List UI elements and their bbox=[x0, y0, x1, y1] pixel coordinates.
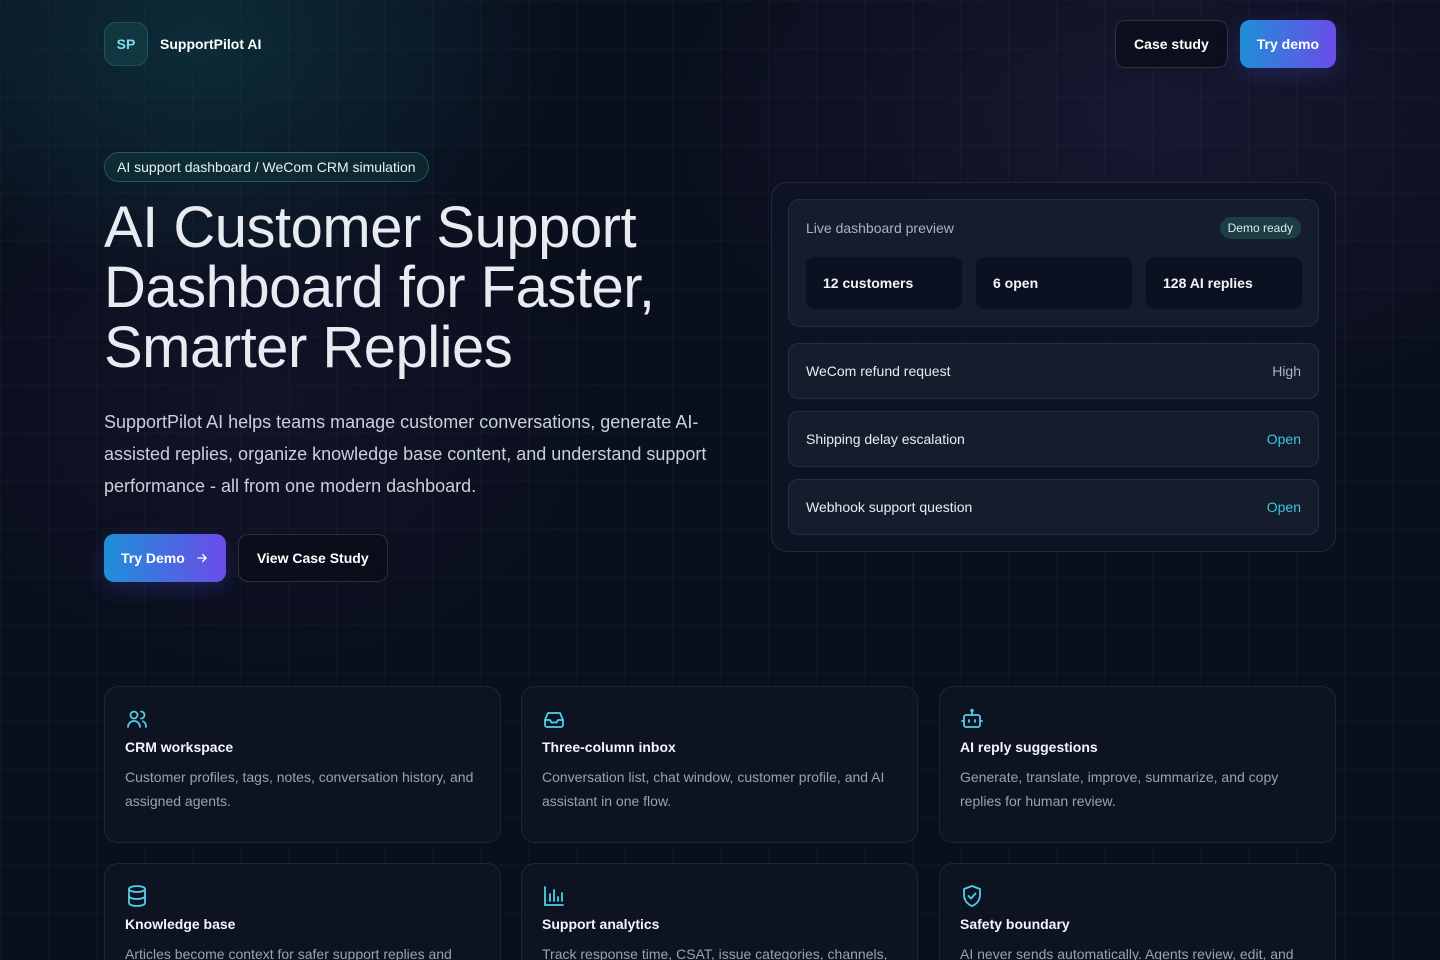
hero-ctas: Try Demo View Case Study bbox=[104, 534, 388, 582]
feature-title: Knowledge base bbox=[125, 916, 236, 932]
view-case-study-button[interactable]: View Case Study bbox=[237, 534, 388, 582]
ticket-row[interactable]: Webhook support question Open bbox=[788, 479, 1319, 535]
stat-customers: 12 customers bbox=[805, 256, 963, 310]
database-icon bbox=[128, 885, 146, 907]
ticket-row[interactable]: WeCom refund request High bbox=[788, 343, 1319, 399]
brand-name: SupportPilot AI bbox=[160, 36, 262, 52]
feature-description: Customer profiles, tags, notes, conversa… bbox=[125, 769, 474, 809]
ticket-row[interactable]: Shipping delay escalation Open bbox=[788, 411, 1319, 467]
feature-card-ai-replies: AI reply suggestions Generate, translate… bbox=[939, 686, 1336, 843]
users-icon bbox=[127, 710, 147, 728]
feature-description: Track response time, CSAT, issue categor… bbox=[542, 946, 888, 960]
preview-label: Live dashboard preview bbox=[806, 220, 954, 236]
ticket-title: Webhook support question bbox=[806, 499, 973, 515]
hero-pill: AI support dashboard / WeCom CRM simulat… bbox=[104, 152, 429, 182]
nav-actions: Case study Try demo bbox=[1115, 20, 1336, 68]
feature-description: Articles become context for safer suppor… bbox=[125, 946, 452, 960]
feature-card-safety: Safety boundary AI never sends automatic… bbox=[939, 863, 1336, 960]
hero-try-demo-button[interactable]: Try Demo bbox=[104, 534, 226, 582]
feature-card-crm: CRM workspace Customer profiles, tags, n… bbox=[104, 686, 501, 843]
hero-title: AI Customer Support Dashboard for Faster… bbox=[104, 195, 655, 380]
feature-title: Three-column inbox bbox=[542, 739, 676, 755]
arrow-right-icon bbox=[197, 553, 207, 563]
stat-ai-replies: 128 AI replies bbox=[1145, 256, 1303, 310]
feature-title: AI reply suggestions bbox=[960, 739, 1098, 755]
feature-title: Support analytics bbox=[542, 916, 660, 932]
feature-card-analytics: Support analytics Track response time, C… bbox=[521, 863, 918, 960]
ticket-title: WeCom refund request bbox=[806, 363, 951, 379]
brand[interactable]: SP SupportPilot AI bbox=[104, 22, 261, 66]
shield-check-icon bbox=[963, 885, 981, 907]
ticket-title: Shipping delay escalation bbox=[806, 431, 965, 447]
feature-description: Generate, translate, improve, summarize,… bbox=[960, 769, 1279, 809]
try-demo-button[interactable]: Try demo bbox=[1239, 20, 1336, 68]
hero-try-demo-label: Try Demo bbox=[121, 550, 185, 566]
case-study-button[interactable]: Case study bbox=[1115, 20, 1228, 68]
preview-stats: 12 customers 6 open 128 AI replies bbox=[805, 256, 1303, 310]
hero-subtitle: SupportPilot AI helps teams manage custo… bbox=[104, 412, 707, 496]
ticket-status: Open bbox=[1266, 499, 1301, 515]
feature-description: Conversation list, chat window, customer… bbox=[542, 769, 885, 809]
status-badge: Demo ready bbox=[1219, 217, 1301, 239]
bot-icon bbox=[961, 708, 983, 728]
inbox-icon bbox=[544, 712, 564, 728]
feature-description: AI never sends automatically. Agents rev… bbox=[960, 946, 1294, 960]
dashboard-preview: Live dashboard preview Demo ready 12 cus… bbox=[771, 182, 1336, 552]
preview-summary: Live dashboard preview Demo ready 12 cus… bbox=[788, 199, 1319, 327]
feature-title: Safety boundary bbox=[960, 916, 1070, 932]
feature-card-inbox: Three-column inbox Conversation list, ch… bbox=[521, 686, 918, 843]
logo: SP bbox=[104, 22, 148, 66]
bar-chart-icon bbox=[544, 886, 564, 906]
top-navigation: SP SupportPilot AI Case study Try demo bbox=[104, 20, 1336, 68]
ticket-status: Open bbox=[1266, 431, 1301, 447]
feature-card-knowledge: Knowledge base Articles become context f… bbox=[104, 863, 501, 960]
stat-open: 6 open bbox=[975, 256, 1133, 310]
feature-title: CRM workspace bbox=[125, 739, 234, 755]
ticket-status: High bbox=[1272, 363, 1301, 379]
